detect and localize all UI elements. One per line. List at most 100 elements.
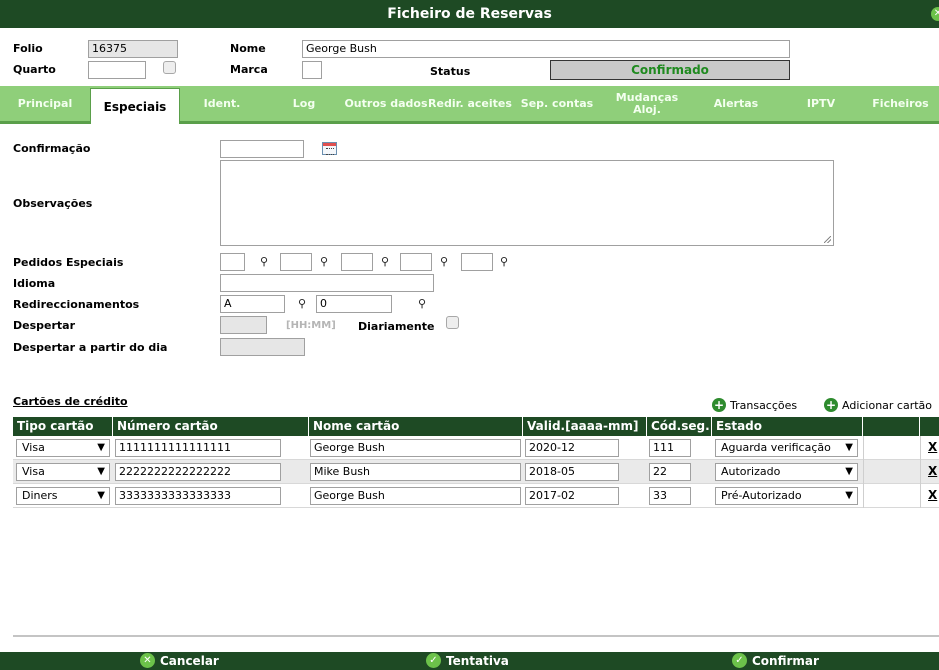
idioma-label: Idioma (13, 277, 56, 290)
pedido-field-1[interactable] (220, 253, 245, 271)
column-divider (920, 436, 921, 460)
nome-cartao-field[interactable]: George Bush (310, 487, 521, 505)
tipo-cartao-select[interactable]: Diners ▼ (16, 487, 110, 505)
numero-cartao-field[interactable]: 2222222222222222 (115, 463, 281, 481)
dropdown-arrow-icon: ▼ (97, 466, 105, 477)
transacoes-label: Transacções (730, 398, 798, 412)
tab-ident[interactable]: Ident. (180, 86, 264, 121)
folio-field[interactable]: 16375 (88, 40, 178, 58)
tipo-cartao-select[interactable]: Visa ▼ (16, 439, 110, 457)
transacoes-button[interactable]: + Transacções (712, 398, 797, 412)
despertar-dia-field[interactable] (220, 338, 305, 356)
tab-especiais[interactable]: Especiais (90, 88, 180, 124)
redir-field-1[interactable]: A (220, 295, 285, 313)
search-icon[interactable]: ⚲ (381, 255, 389, 268)
bottom-action-bar: ✕ Cancelar ✓ Tentativa ✓ Confirmar (0, 652, 939, 670)
cancel-button[interactable]: ✕ Cancelar (140, 653, 219, 668)
despertar-label: Despertar (13, 319, 76, 332)
despertar-hint: [HH:MM] (286, 320, 336, 331)
tab-redir-aceites[interactable]: Redir. aceites (428, 86, 512, 121)
nome-field[interactable]: George Bush (302, 40, 790, 58)
tipo-cartao-value: Diners (22, 489, 58, 502)
search-icon[interactable]: ⚲ (260, 255, 268, 268)
nome-cartao-field[interactable]: George Bush (310, 439, 521, 457)
pedido-field-3[interactable] (341, 253, 373, 271)
plus-icon: + (712, 398, 726, 412)
tab-log[interactable]: Log (264, 86, 344, 121)
table-row: Diners ▼ 3333333333333333 George Bush 201… (13, 484, 939, 508)
despertar-field[interactable] (220, 316, 267, 334)
diariamente-checkbox[interactable] (446, 316, 459, 329)
estado-value: Pré-Autorizado (721, 489, 802, 502)
search-icon[interactable]: ⚲ (500, 255, 508, 268)
validade-field[interactable]: 2018-05 (525, 463, 619, 481)
quarto-checkbox[interactable] (163, 61, 176, 74)
cod-seg-field[interactable]: 22 (649, 463, 691, 481)
tab-iptv[interactable]: IPTV (780, 86, 862, 121)
table-header: Tipo cartão Número cartão Nome cartão Va… (13, 417, 939, 436)
pedido-field-5[interactable] (461, 253, 493, 271)
table-row: Visa ▼ 2222222222222222 Mike Bush 2018-05… (13, 460, 939, 484)
search-icon[interactable]: ⚲ (320, 255, 328, 268)
column-divider (863, 460, 864, 484)
search-icon[interactable]: ⚲ (298, 297, 306, 310)
tentativa-button[interactable]: ✓ Tentativa (426, 653, 509, 668)
tab-outros-dados[interactable]: Outros dados (344, 86, 428, 121)
col-empty (863, 417, 920, 436)
adicionar-cartao-label: Adicionar cartão (842, 398, 933, 412)
check-icon: ✓ (732, 653, 747, 668)
tipo-cartao-select[interactable]: Visa ▼ (16, 463, 110, 481)
marca-field[interactable] (302, 61, 322, 79)
dropdown-arrow-icon: ▼ (845, 490, 853, 501)
status-value: Confirmado (550, 60, 790, 80)
numero-cartao-field[interactable]: 1111111111111111 (115, 439, 281, 457)
redir-field-2[interactable]: 0 (316, 295, 392, 313)
tab-alertas[interactable]: Alertas (692, 86, 780, 121)
column-divider (863, 484, 864, 508)
adicionar-cartao-button[interactable]: + Adicionar cartão (824, 398, 932, 412)
col-cod-seg: Cód.seg. (647, 417, 712, 436)
tab-principal[interactable]: Principal (0, 86, 90, 121)
close-icon[interactable]: ✕ (931, 7, 939, 21)
resize-handle-icon[interactable] (824, 236, 831, 243)
observacoes-label: Observações (13, 197, 93, 210)
validade-field[interactable]: 2017-02 (525, 487, 619, 505)
window-title: Ficheiro de Reservas (387, 6, 552, 22)
tab-sep-contas[interactable]: Sep. contas (512, 86, 602, 121)
estado-select[interactable]: Pré-Autorizado ▼ (715, 487, 858, 505)
calendar-icon[interactable] (322, 142, 337, 155)
estado-select[interactable]: Autorizado ▼ (715, 463, 858, 481)
idioma-field[interactable] (220, 274, 434, 292)
tab-mudancas-aloj[interactable]: Mudanças Aloj. (602, 86, 692, 121)
cod-seg-field[interactable]: 111 (649, 439, 691, 457)
estado-select[interactable]: Aguarda verificação ▼ (715, 439, 858, 457)
observacoes-textarea[interactable] (220, 160, 834, 246)
quarto-field[interactable] (88, 61, 146, 79)
cartoes-credito-title: Cartões de crédito (13, 395, 128, 408)
cod-seg-field[interactable]: 33 (649, 487, 691, 505)
confirmacao-label: Confirmação (13, 142, 91, 155)
confirm-button[interactable]: ✓ Confirmar (732, 653, 819, 668)
confirmacao-field[interactable] (220, 140, 304, 158)
delete-row-button[interactable]: X (928, 488, 937, 502)
search-icon[interactable]: ⚲ (418, 297, 426, 310)
delete-row-button[interactable]: X (928, 464, 937, 478)
numero-cartao-field[interactable]: 3333333333333333 (115, 487, 281, 505)
delete-row-button[interactable]: X (928, 440, 937, 454)
tab-ficheiros[interactable]: Ficheiros (862, 86, 939, 121)
cancel-icon: ✕ (140, 653, 155, 668)
validade-field[interactable]: 2020-12 (525, 439, 619, 457)
column-divider (920, 460, 921, 484)
dropdown-arrow-icon: ▼ (845, 466, 853, 477)
pedido-field-4[interactable] (400, 253, 432, 271)
estado-value: Autorizado (721, 465, 781, 478)
dropdown-arrow-icon: ▼ (97, 442, 105, 453)
dropdown-arrow-icon: ▼ (97, 490, 105, 501)
confirm-label: Confirmar (752, 653, 819, 668)
pedido-field-2[interactable] (280, 253, 312, 271)
quarto-label: Quarto (13, 63, 56, 76)
search-icon[interactable]: ⚲ (440, 255, 448, 268)
status-label: Status (430, 65, 471, 78)
nome-cartao-field[interactable]: Mike Bush (310, 463, 521, 481)
table-row: Visa ▼ 1111111111111111 George Bush 2020-… (13, 436, 939, 460)
